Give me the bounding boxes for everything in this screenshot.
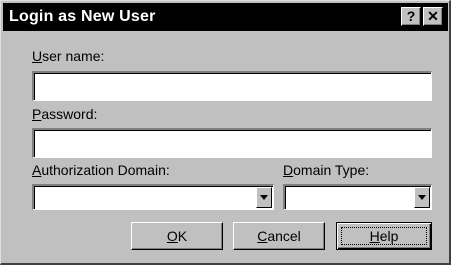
authorization-domain-combobox[interactable] — [32, 184, 274, 210]
password-label: Password: — [32, 106, 98, 122]
authorization-domain-label: Authorization Domain: — [32, 162, 170, 178]
password-input[interactable] — [32, 128, 432, 158]
login-dialog: Login as New User ? ✕ User name: Passwor… — [0, 0, 451, 265]
context-help-button[interactable]: ? — [401, 7, 421, 26]
username-label: User name: — [32, 48, 105, 64]
window-title: Login as New User — [9, 8, 156, 25]
ok-button[interactable]: OK — [131, 222, 223, 250]
chevron-down-icon[interactable] — [256, 187, 272, 208]
chevron-down-icon[interactable] — [414, 187, 430, 208]
domain-type-label: Domain Type: — [283, 162, 370, 178]
title-bar[interactable]: Login as New User ? ✕ — [3, 3, 448, 31]
focus-indicator — [341, 227, 427, 245]
cancel-button[interactable]: Cancel — [233, 222, 325, 250]
help-button[interactable]: Help — [336, 222, 432, 250]
domain-type-combobox[interactable] — [283, 184, 432, 210]
close-button[interactable]: ✕ — [423, 7, 443, 26]
username-input[interactable] — [32, 71, 432, 101]
